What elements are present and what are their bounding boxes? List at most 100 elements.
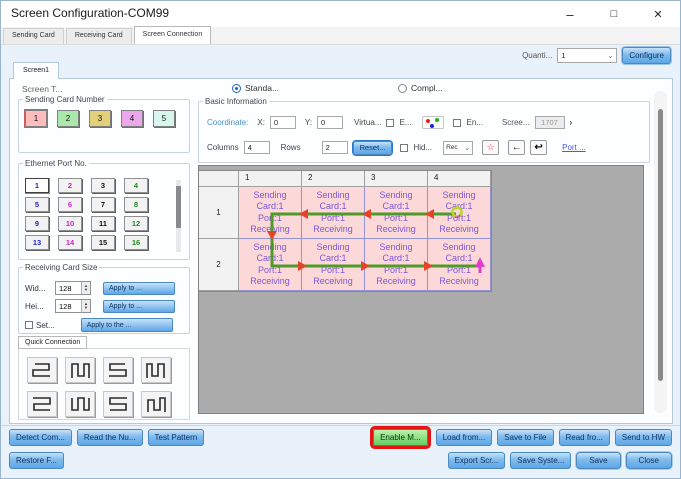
quick-pattern-5-button[interactable]	[27, 391, 57, 417]
minimize-icon[interactable]: –	[548, 1, 592, 27]
quick-connection-box	[18, 348, 190, 420]
undo-button[interactable]: ↩	[530, 140, 547, 155]
port-13-button[interactable]: 13	[25, 235, 49, 250]
apply-width-button[interactable]: Apply to ...	[103, 282, 175, 295]
close-icon[interactable]: ✕	[636, 1, 680, 27]
port-2-button[interactable]: 2	[58, 178, 82, 193]
e-checkbox[interactable]	[386, 119, 394, 127]
test-pattern-button[interactable]: Test Pattern	[148, 429, 205, 446]
maximize-icon[interactable]: □	[592, 1, 636, 27]
quick-connection-group: Quick Connection	[18, 336, 190, 420]
quantity-select[interactable]: 1 ⌄	[557, 48, 617, 63]
y-input[interactable]	[317, 116, 343, 129]
grid-cell-r1c4[interactable]: SendingCard:1Port:1Receiving	[428, 187, 491, 239]
back-arrow-button[interactable]: ←	[508, 140, 525, 155]
sending-card-3-button[interactable]: 3	[89, 110, 111, 127]
export-screen-button[interactable]: Export Scr...	[448, 452, 506, 469]
save-to-file-button[interactable]: Save to File	[497, 429, 553, 446]
restore-factory-button[interactable]: Restore F...	[9, 452, 64, 469]
rgb-dots-icon	[422, 116, 444, 129]
sending-card-4-button[interactable]: 4	[121, 110, 143, 127]
sending-card-5-button[interactable]: 5	[153, 110, 175, 127]
apply-to-entire-button[interactable]: Apply to the ...	[81, 318, 173, 332]
apply-height-button[interactable]: Apply to ...	[103, 300, 175, 313]
height-stepper[interactable]: 128 ▲▼	[55, 299, 91, 313]
x-input[interactable]	[270, 116, 296, 129]
rec-select-value: Rec	[446, 144, 464, 151]
ethernet-scrollbar-thumb[interactable]	[176, 186, 181, 228]
connection-grid-area[interactable]: 1 2 3 4 1 SendingCard:1Port:1Receiving S…	[198, 165, 644, 414]
read-from-hw-button[interactable]: Read fro...	[559, 429, 610, 446]
port-1-button[interactable]: 1	[25, 178, 49, 193]
port-14-button[interactable]: 14	[58, 235, 82, 250]
port-4-button[interactable]: 4	[124, 178, 148, 193]
port-16-button[interactable]: 16	[124, 235, 148, 250]
tab-screen1[interactable]: Screen1	[13, 62, 59, 79]
tab-screen-connection[interactable]: Screen Connection	[134, 26, 212, 44]
grid-cell-r2c3[interactable]: SendingCard:1Port:1Receiving	[365, 239, 428, 291]
quick-pattern-8-button[interactable]	[141, 391, 171, 417]
port-3-button[interactable]: 3	[91, 178, 115, 193]
configure-button[interactable]: Configure	[622, 47, 671, 64]
column-header: 4	[428, 171, 491, 187]
grid-cell-r2c1[interactable]: SendingCard:1Port:1Receiving	[239, 239, 302, 291]
port-6-button[interactable]: 6	[58, 197, 82, 212]
standard-mode-option[interactable]: Standa...	[232, 83, 279, 93]
rows-label: Rows	[281, 143, 301, 152]
port-12-button[interactable]: 12	[124, 216, 148, 231]
set-checkbox[interactable]	[25, 321, 33, 329]
quick-pattern-3-button[interactable]	[103, 357, 133, 383]
grid-cell-r1c3[interactable]: SendingCard:1Port:1Receiving	[365, 187, 428, 239]
quick-pattern-1-button[interactable]	[27, 357, 57, 383]
rec-select[interactable]: Rec ⌄	[443, 141, 473, 155]
ethernet-scrollbar[interactable]	[176, 180, 181, 252]
save-system-button[interactable]: Save Syste...	[510, 452, 571, 469]
grid-cell-r1c2[interactable]: SendingCard:1Port:1Receiving	[302, 187, 365, 239]
expand-arrow-icon[interactable]: ›	[570, 118, 573, 127]
close-button[interactable]: Close	[626, 452, 672, 469]
quick-pattern-7-button[interactable]	[103, 391, 133, 417]
port-link[interactable]: Port ...	[562, 143, 586, 152]
grid-cell-r2c2[interactable]: SendingCard:1Port:1Receiving	[302, 239, 365, 291]
sending-card-2-button[interactable]: 2	[57, 110, 79, 127]
spinner-arrows-icon[interactable]: ▲▼	[81, 282, 90, 294]
complex-mode-option[interactable]: Compl...	[398, 83, 443, 93]
rows-input[interactable]	[322, 141, 348, 154]
vertical-scrollbar[interactable]	[654, 91, 667, 413]
port-7-button[interactable]: 7	[91, 197, 115, 212]
columns-input[interactable]	[244, 141, 270, 154]
en-checkbox[interactable]	[453, 119, 461, 127]
grid-cell-r1c1[interactable]: SendingCard:1Port:1Receiving	[239, 187, 302, 239]
quick-pattern-6-button[interactable]	[65, 391, 95, 417]
tab-receiving-card[interactable]: Receiving Card	[66, 28, 132, 44]
port-8-button[interactable]: 8	[124, 197, 148, 212]
sending-card-number-legend: Sending Card Number	[23, 95, 107, 104]
quick-connection-label: Quick Connection	[18, 336, 87, 349]
standard-radio[interactable]	[232, 84, 241, 93]
vertical-scrollbar-thumb[interactable]	[658, 109, 663, 381]
port-10-button[interactable]: 10	[58, 216, 82, 231]
spinner-arrows-icon[interactable]: ▲▼	[81, 300, 90, 312]
detect-communication-button[interactable]: Detect Com...	[9, 429, 72, 446]
complex-radio[interactable]	[398, 84, 407, 93]
port-5-button[interactable]: 5	[25, 197, 49, 212]
load-from-file-button[interactable]: Load from...	[436, 429, 493, 446]
sending-card-1-button[interactable]: 1	[25, 110, 47, 127]
column-header: 3	[365, 171, 428, 187]
width-stepper[interactable]: 128 ▲▼	[55, 281, 91, 295]
tab-sending-card[interactable]: Sending Card	[3, 28, 64, 44]
favorite-star-button[interactable]: ☆	[482, 140, 499, 155]
port-11-button[interactable]: 11	[91, 216, 115, 231]
hide-checkbox[interactable]	[400, 144, 408, 152]
read-number-button[interactable]: Read the Nu...	[77, 429, 143, 446]
bottom-left-row2: Restore F...	[9, 452, 64, 469]
send-to-hw-button[interactable]: Send to HW	[615, 429, 672, 446]
quick-pattern-4-button[interactable]	[141, 357, 171, 383]
enable-mapping-button[interactable]: Enable M...	[373, 429, 427, 446]
save-button[interactable]: Save	[576, 452, 620, 469]
port-15-button[interactable]: 15	[91, 235, 115, 250]
port-9-button[interactable]: 9	[25, 216, 49, 231]
quick-pattern-2-button[interactable]	[65, 357, 95, 383]
reset-button[interactable]: Reset...	[353, 141, 393, 155]
grid-cell-r2c4[interactable]: SendingCard:1Port:1Receiving	[428, 239, 491, 291]
